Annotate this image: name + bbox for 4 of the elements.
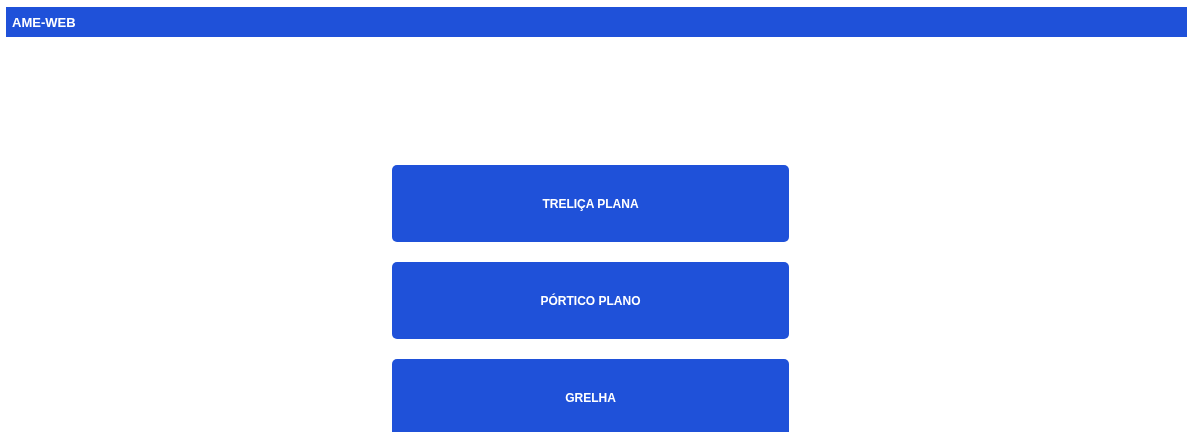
- menu-button[interactable]: TRELIÇA PLANA: [392, 165, 789, 242]
- menu-button[interactable]: PÓRTICO PLANO: [392, 262, 789, 339]
- menu-button[interactable]: GRELHA: [392, 359, 789, 432]
- app-bar: AME-WEB: [6, 7, 1187, 37]
